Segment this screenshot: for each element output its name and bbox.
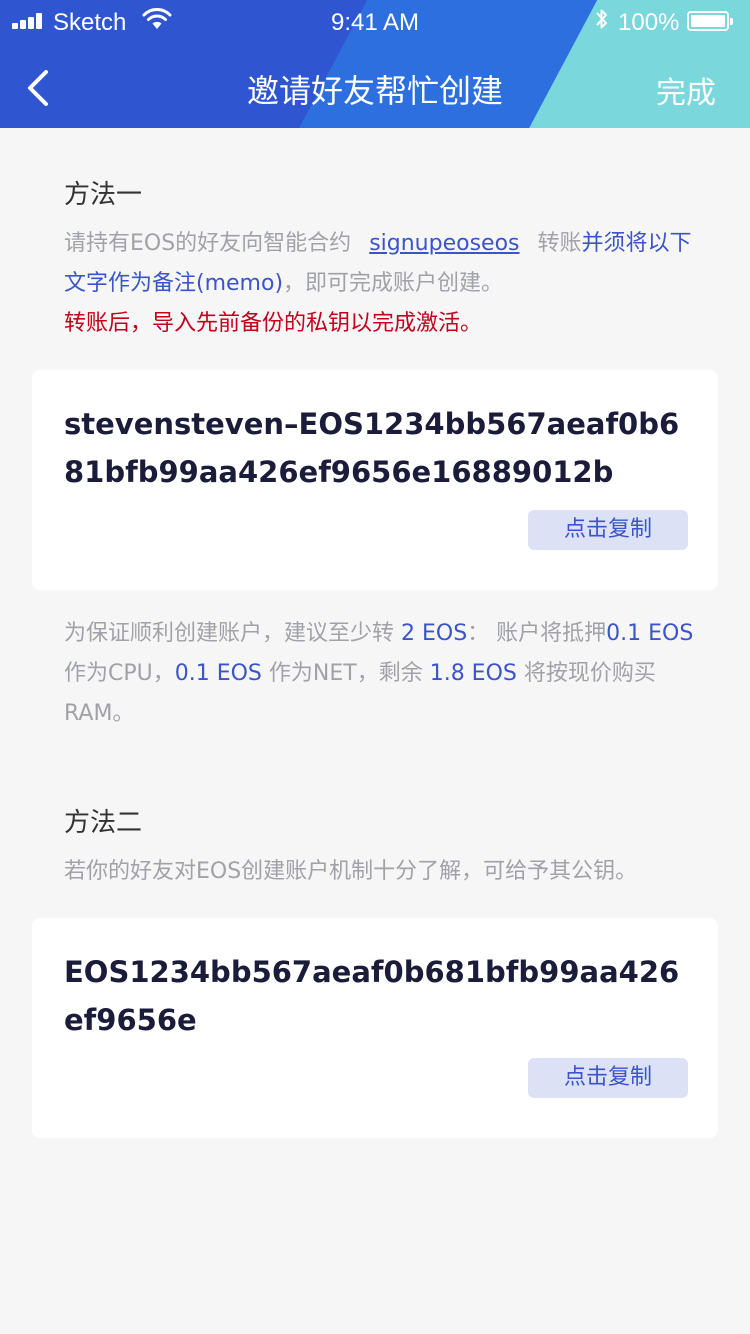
note-total-amount: 2 EOS <box>401 621 468 646</box>
nav-bar: 邀请好友帮忙创建 完成 <box>0 44 750 128</box>
note-cpu-amount: 0.1 EOS <box>606 621 694 646</box>
method1-note: 为保证顺利创建账户，建议至少转 2 EOS： 账户将抵押0.1 EOS 作为CP… <box>64 614 694 734</box>
note-text-3: 作为CPU， <box>64 661 175 686</box>
page-title: 邀请好友帮忙创建 <box>246 72 503 110</box>
bluetooth-icon <box>596 9 607 29</box>
copy-memo-button[interactable]: 点击复制 <box>528 510 688 550</box>
public-key-text: EOS1234bb567aeaf0b681bfb99aa426ef9656e <box>64 955 680 1037</box>
done-button[interactable]: 完成 <box>656 68 716 112</box>
memo-card: stevensteven–EOS1234bb567aeaf0b681bfb99a… <box>32 370 718 590</box>
method1-desc-transfer: 转账 <box>537 231 582 256</box>
battery-percent: 100% <box>618 9 680 36</box>
contract-link[interactable]: signupeoseos <box>369 231 519 256</box>
note-text-4: 作为NET，剩余 <box>261 661 430 686</box>
note-text-2: ： 账户将抵押 <box>467 621 607 646</box>
battery-icon <box>687 11 733 31</box>
method1-title: 方法一 <box>64 180 143 210</box>
status-bar: Sketch 9:41 AM 100% <box>0 0 750 44</box>
copy-public-key-button[interactable]: 点击复制 <box>528 1058 688 1098</box>
method1-desc-prefix: 请持有EOS的好友向智能合约 <box>64 231 352 256</box>
method1-description: 请持有EOS的好友向智能合约 signupeoseos 转账并须将以下文字作为备注(… <box>64 224 694 344</box>
public-key-card: EOS1234bb567aeaf0b681bfb99aa426ef9656e 点… <box>32 918 718 1138</box>
header: Sketch 9:41 AM 100% 邀请好友帮忙创建 完成 <box>0 0 750 128</box>
method2-title: 方法二 <box>64 808 143 838</box>
note-text-1: 为保证顺利创建账户，建议至少转 <box>64 621 401 646</box>
note-ram-amount: 1.8 EOS <box>429 661 517 686</box>
method2-description: 若你的好友对EOS创建账户机制十分了解，可给予其公钥。 <box>64 859 638 884</box>
note-net-amount: 0.1 EOS <box>174 661 262 686</box>
memo-text: stevensteven–EOS1234bb567aeaf0b681bfb99a… <box>64 407 680 489</box>
method1-desc-suffix: ，即可完成账户创建。 <box>283 271 504 296</box>
method1-warning: 转账后，导入先前备份的私钥以完成激活。 <box>64 311 483 336</box>
